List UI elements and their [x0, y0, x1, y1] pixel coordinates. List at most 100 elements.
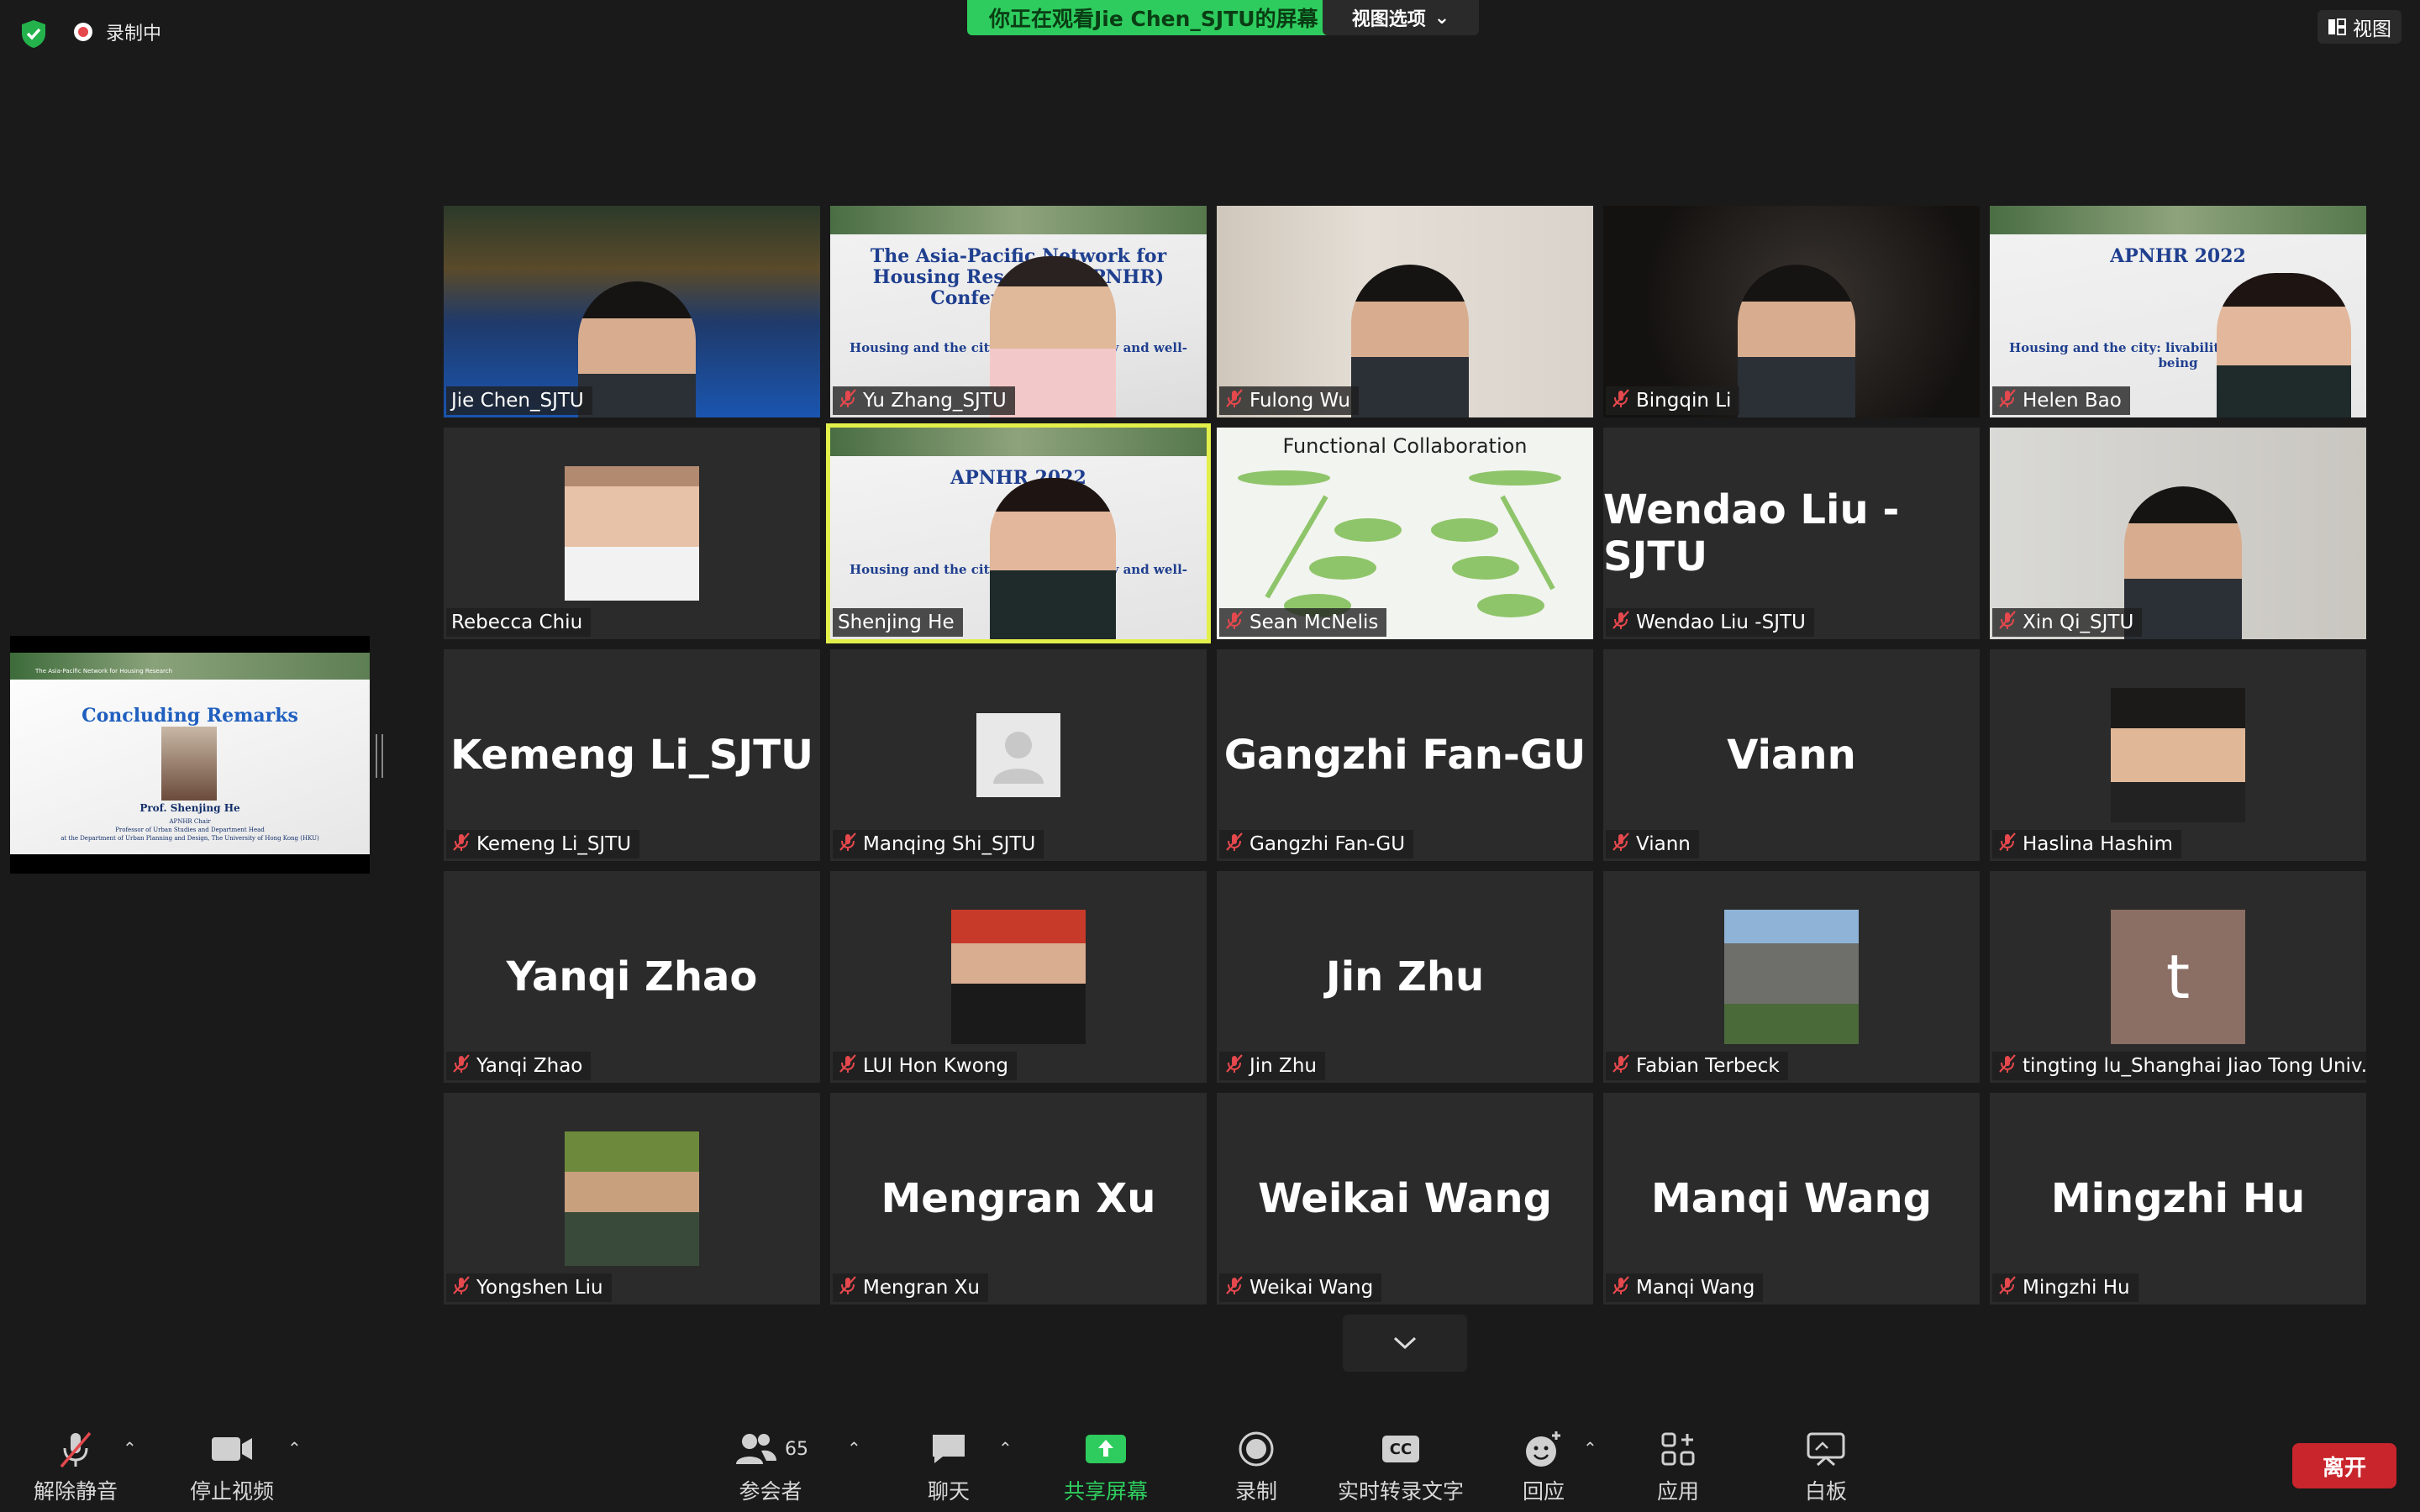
person-figure — [578, 281, 696, 417]
microphone-muted-icon — [838, 1275, 858, 1300]
participant-tile[interactable]: Kemeng Li_SJTU Kemeng Li_SJTU — [444, 649, 820, 861]
participant-name-label: Wendao Liu -SJTU — [1606, 608, 1814, 637]
slide-line-1: APNHR Chair — [169, 818, 211, 825]
participant-tile[interactable]: Haslina Hashim — [1990, 649, 2366, 861]
participant-tile[interactable]: Yongshen Liu — [444, 1093, 820, 1305]
profile-photo — [565, 1131, 699, 1266]
apps-button[interactable]: 应用 — [1657, 1428, 1699, 1505]
microphone-muted-icon — [60, 1431, 92, 1468]
participant-tile[interactable]: APNHR 2022Housing and the city: livabili… — [1990, 206, 2366, 417]
participant-name: Viann — [1636, 833, 1691, 855]
reactions-button[interactable]: 回应 — [1523, 1428, 1565, 1505]
view-button-label: 视图 — [2353, 18, 2391, 40]
participant-tile[interactable]: APNHR 2022Housing and the city: livabili… — [826, 423, 1211, 643]
share-screen-icon — [1086, 1435, 1126, 1463]
participant-tile[interactable]: The Asia-Pacific Network for Housing Res… — [830, 206, 1207, 417]
chat-button[interactable]: 聊天 — [928, 1428, 970, 1505]
participant-name-label: Jin Zhu — [1219, 1052, 1325, 1080]
whiteboard-icon — [1807, 1432, 1845, 1467]
microphone-muted-icon — [838, 832, 858, 857]
microphone-muted-icon — [1224, 832, 1244, 857]
stop-video-button[interactable]: 停止视频 — [190, 1428, 274, 1505]
record-icon — [1239, 1431, 1274, 1467]
audio-options-caret-icon[interactable]: ⌃ — [123, 1438, 137, 1458]
participant-tile[interactable]: Xin Qi_SJTU — [1990, 428, 2366, 639]
view-button[interactable]: 视图 — [2317, 10, 2402, 44]
participant-tile[interactable]: Rebecca Chiu — [444, 428, 820, 639]
view-options-button[interactable]: 视图选项 ⌄ — [1323, 0, 1479, 35]
participant-name-label: Gangzhi Fan-GU — [1219, 830, 1414, 858]
participant-name: Wendao Liu -SJTU — [1636, 612, 1806, 633]
participant-tile[interactable]: Bingqin Li — [1603, 206, 1980, 417]
participant-tile[interactable]: t tingting lu_Shanghai Jiao Tong Univ... — [1990, 871, 2366, 1083]
participant-name: Manqi Wang — [1636, 1277, 1755, 1299]
microphone-muted-icon — [1224, 610, 1244, 635]
live-transcript-button[interactable]: CC 实时转录文字 — [1338, 1428, 1464, 1505]
security-shield-icon[interactable] — [15, 15, 52, 52]
profile-photo — [1724, 910, 1859, 1044]
slide-banner — [1990, 206, 2366, 234]
record-button[interactable]: 录制 — [1235, 1428, 1277, 1505]
whiteboard-button[interactable]: 白板 — [1805, 1428, 1847, 1505]
participant-name-label: Fabian Terbeck — [1606, 1052, 1788, 1080]
participant-name: Xin Qi_SJTU — [2023, 612, 2134, 633]
participants-button[interactable]: 65 参会者 — [733, 1428, 808, 1505]
profile-photo — [565, 466, 699, 601]
microphone-muted-icon — [1611, 610, 1631, 635]
participant-name-label: Xin Qi_SJTU — [1992, 608, 2143, 637]
reactions-options-caret-icon[interactable]: ⌃ — [1583, 1438, 1597, 1458]
share-screen-button[interactable]: 共享屏幕 — [1064, 1428, 1148, 1505]
participant-name: Shenjing He — [838, 612, 955, 633]
microphone-muted-icon — [1997, 610, 2018, 635]
participant-tile[interactable]: Manqi Wang Manqi Wang — [1603, 1093, 1980, 1305]
microphone-muted-icon — [1997, 388, 2018, 413]
participant-tile[interactable]: Viann Viann — [1603, 649, 1980, 861]
chat-bubble-icon — [933, 1435, 965, 1463]
participant-tile[interactable]: Mengran Xu Mengran Xu — [830, 1093, 1207, 1305]
shared-screen-thumbnail[interactable]: The Asia-Pacific Network for Housing Res… — [10, 636, 370, 874]
slide-speaker-details: APNHR Chair Professor of Urban Studies a… — [10, 817, 370, 843]
participant-tile[interactable]: Jie Chen_SJTU — [444, 206, 820, 417]
participant-name: Mingzhi Hu — [2023, 1277, 2130, 1299]
microphone-muted-icon — [1611, 832, 1631, 857]
participant-tile[interactable]: Jin Zhu Jin Zhu — [1217, 871, 1593, 1083]
participant-name-label: Helen Bao — [1992, 386, 2130, 415]
participant-tile[interactable]: Fabian Terbeck — [1603, 871, 1980, 1083]
participant-tile[interactable]: Yanqi Zhao Yanqi Zhao — [444, 871, 820, 1083]
participant-name-label: Rebecca Chiu — [446, 608, 592, 637]
participant-name: Yanqi Zhao — [476, 1055, 583, 1077]
participant-tile[interactable]: LUI Hon Kwong — [830, 871, 1207, 1083]
microphone-muted-icon — [1997, 1053, 2018, 1079]
chat-options-caret-icon[interactable]: ⌃ — [998, 1438, 1013, 1458]
person-figure — [1351, 265, 1469, 417]
slide-header-org: The Asia-Pacific Network for Housing Res… — [35, 668, 173, 675]
next-page-button[interactable] — [1343, 1315, 1467, 1372]
participant-name: Fabian Terbeck — [1636, 1055, 1780, 1077]
slide-banner — [830, 206, 1207, 234]
chevron-down-icon: ⌄ — [1434, 7, 1450, 29]
participant-name-label: Yu Zhang_SJTU — [833, 386, 1015, 415]
participant-tile[interactable]: Wendao Liu -SJTU Wendao Liu -SJTU — [1603, 428, 1980, 639]
participant-name-label: Mengran Xu — [833, 1273, 988, 1302]
microphone-muted-icon — [1224, 388, 1244, 413]
person-figure — [2217, 273, 2351, 417]
participant-tile[interactable]: Weikai Wang Weikai Wang — [1217, 1093, 1593, 1305]
participant-name: Haslina Hashim — [2023, 833, 2173, 855]
participant-name-label: Yanqi Zhao — [446, 1052, 592, 1080]
person-figure — [990, 478, 1116, 639]
participant-tile[interactable]: Fulong Wu — [1217, 206, 1593, 417]
video-options-caret-icon[interactable]: ⌃ — [287, 1438, 302, 1458]
participant-name: Yongshen Liu — [476, 1277, 603, 1299]
panel-resize-handle[interactable] — [376, 734, 383, 778]
leave-button[interactable]: 离开 — [2292, 1443, 2396, 1488]
recording-indicator[interactable]: 录制中 — [74, 18, 161, 45]
participants-options-caret-icon[interactable]: ⌃ — [847, 1438, 861, 1458]
participant-tile[interactable]: Mingzhi Hu Mingzhi Hu — [1990, 1093, 2366, 1305]
participant-tile[interactable]: Gangzhi Fan-GU Gangzhi Fan-GU — [1217, 649, 1593, 861]
share-banner: 你正在观看Jie Chen_SJTU的屏幕 — [967, 0, 1340, 35]
unmute-button[interactable]: 解除静音 — [34, 1428, 118, 1505]
default-avatar-icon — [976, 713, 1060, 797]
slide-line-2: Professor of Urban Studies and Departmen… — [115, 827, 265, 833]
participant-tile[interactable]: Manqing Shi_SJTU — [830, 649, 1207, 861]
participant-tile[interactable]: Functional Collaboration Sean McNelis — [1217, 428, 1593, 639]
